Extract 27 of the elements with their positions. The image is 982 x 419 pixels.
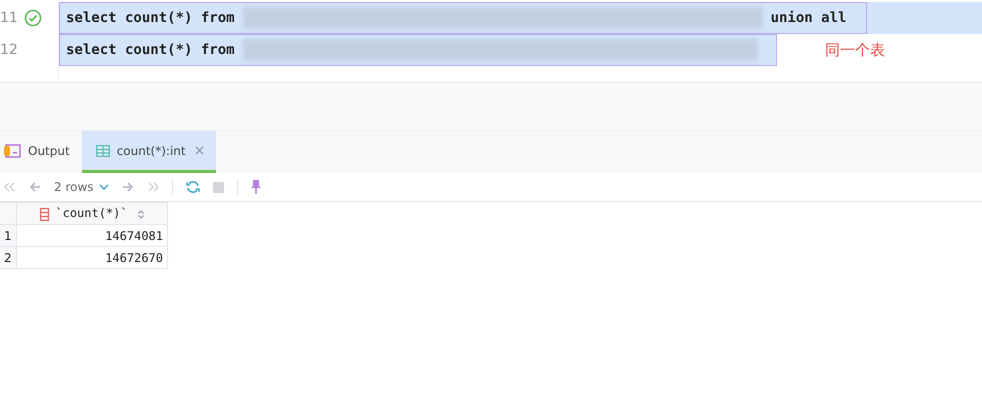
- row-number: 2: [0, 246, 16, 268]
- code-text: select count(*) from: [66, 10, 235, 26]
- line-number: 11: [0, 10, 16, 26]
- stop-icon[interactable]: [212, 182, 224, 192]
- code-text: select count(*) from: [66, 42, 235, 58]
- next-arrow-icon[interactable]: [122, 182, 134, 192]
- rows-dropdown[interactable]: 2 rows: [54, 180, 109, 194]
- table-icon: [96, 144, 110, 156]
- row-number: 1: [0, 224, 16, 246]
- annotation-text: 同一个表: [825, 40, 885, 60]
- last-page-icon[interactable]: [146, 182, 159, 192]
- pin-icon[interactable]: [250, 180, 261, 194]
- table-cell: 14672670: [16, 246, 168, 268]
- result-tab[interactable]: Output: [0, 131, 82, 173]
- result-tab[interactable]: count(*):int: [82, 131, 216, 173]
- close-icon[interactable]: [194, 146, 204, 155]
- sort-icon[interactable]: [138, 210, 144, 219]
- line-number: 12: [0, 42, 16, 58]
- code-text: union all: [770, 10, 846, 26]
- previous-arrow-icon[interactable]: [29, 182, 41, 192]
- table-cell: 14674081: [16, 224, 168, 246]
- first-page-icon[interactable]: [4, 182, 16, 192]
- column-header[interactable]: `count(*)`: [16, 202, 168, 224]
- refresh-icon[interactable]: [186, 180, 200, 194]
- column-icon: [40, 208, 50, 221]
- output-console-icon: [4, 144, 21, 158]
- chevron-down-icon: [98, 184, 109, 190]
